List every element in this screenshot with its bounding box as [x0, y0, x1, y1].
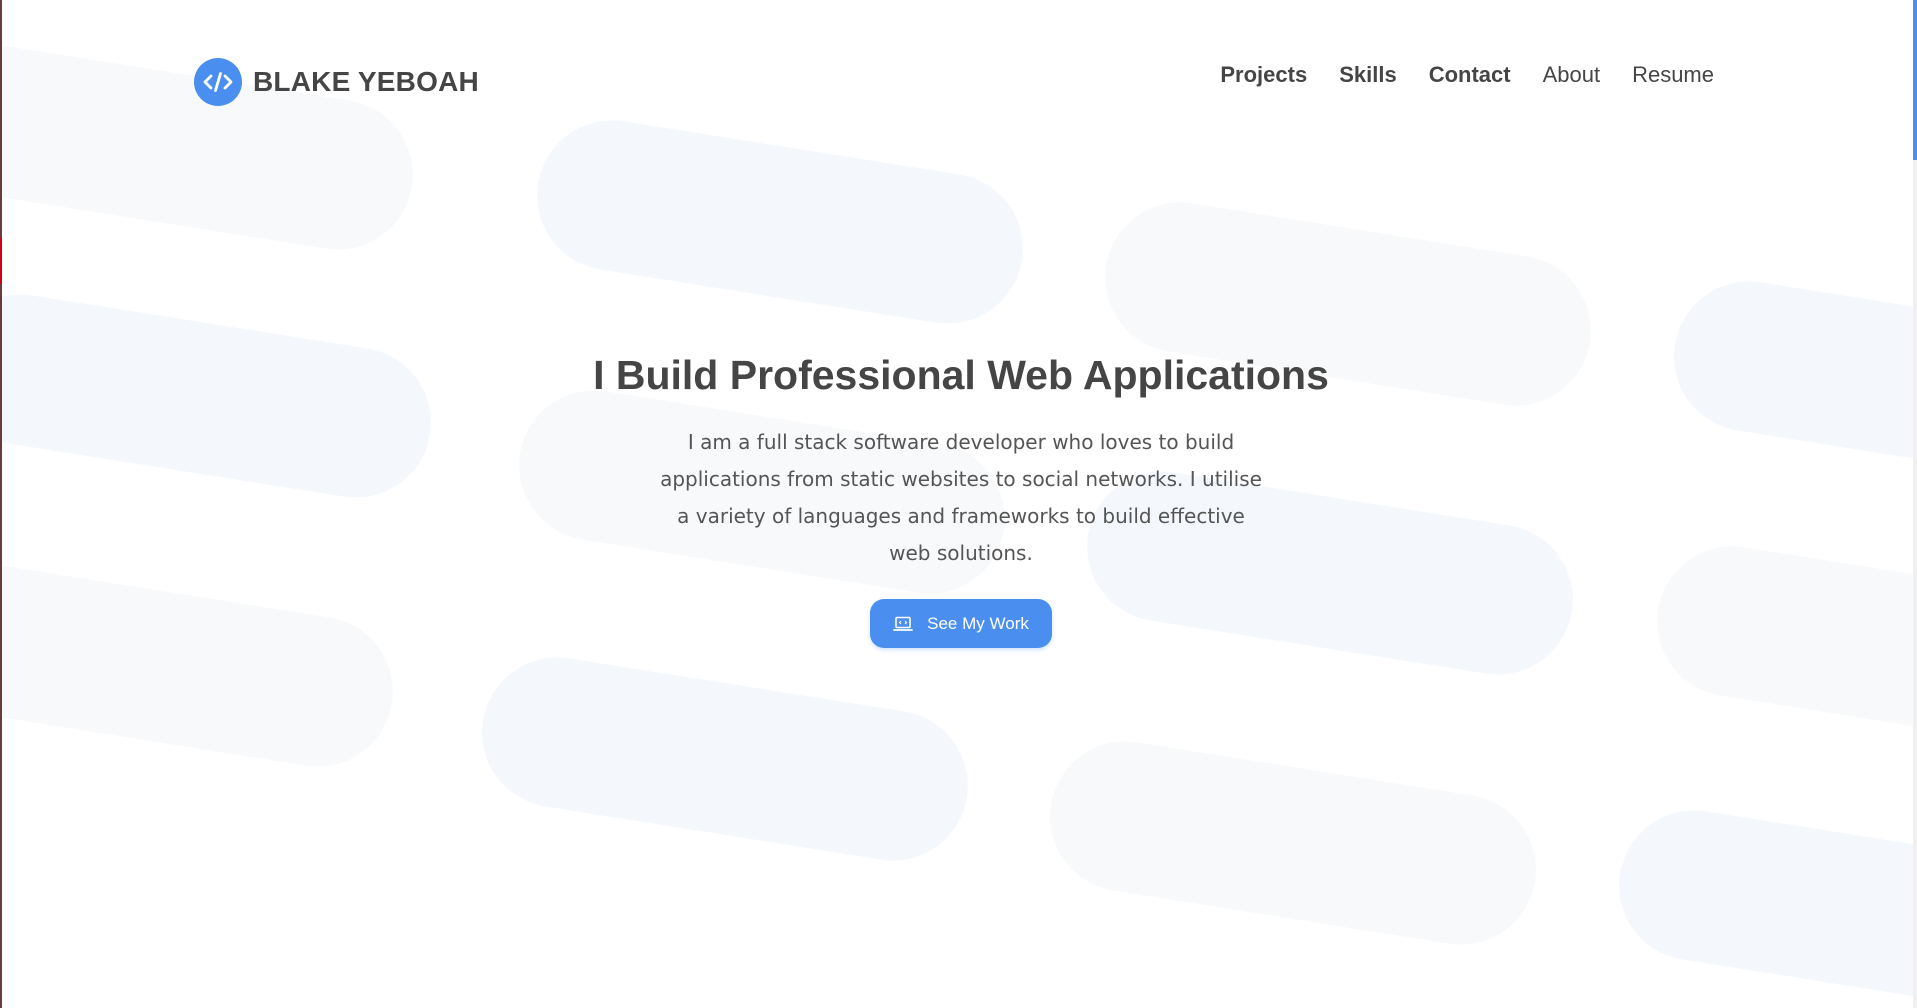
see-my-work-button[interactable]: See My Work	[870, 599, 1052, 648]
hero-description: I am a full stack software developer who…	[660, 430, 1262, 565]
see-my-work-label: See My Work	[927, 613, 1029, 633]
page: BLAKE YEBOAH Projects Skills Contact Abo…	[0, 0, 1917, 1008]
hero-title: I Build Professional Web Applications	[593, 352, 1329, 398]
hero-section: I Build Professional Web Applications I …	[0, 0, 1917, 1008]
laptop-icon	[893, 615, 914, 633]
